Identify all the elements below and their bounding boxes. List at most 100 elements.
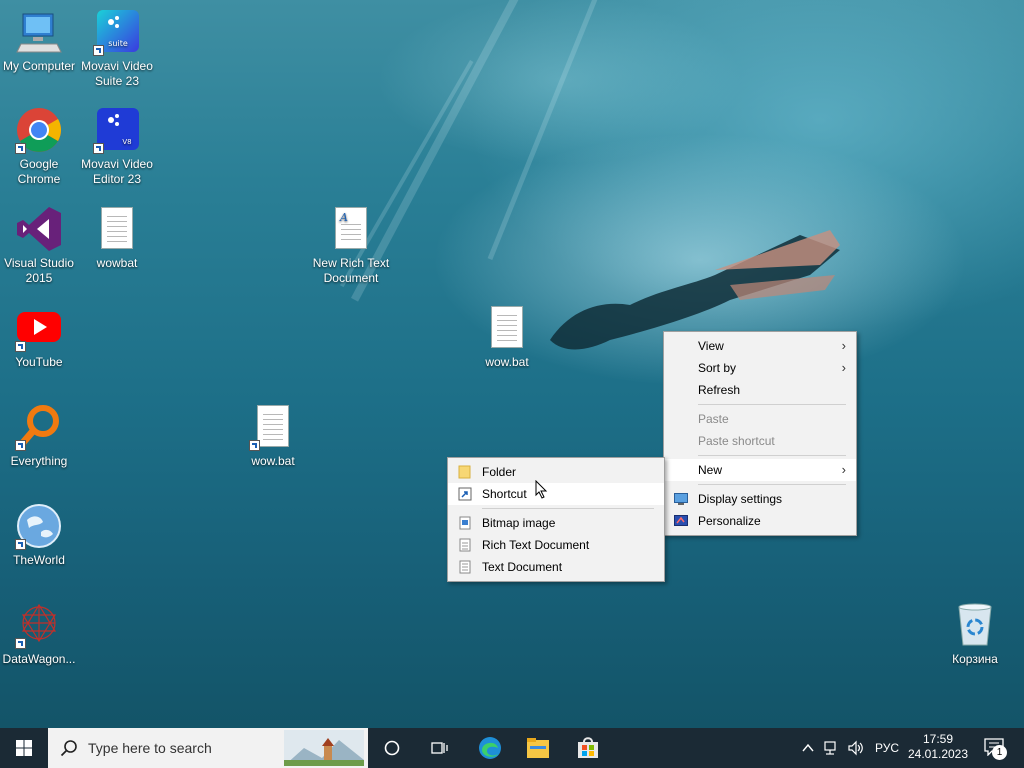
desktop-icon-everything[interactable]: Everything bbox=[0, 403, 78, 469]
rich-text-file-icon: A bbox=[335, 207, 367, 249]
network-icon[interactable] bbox=[824, 740, 840, 756]
desktop-icon-datawagon[interactable]: DataWagon... bbox=[0, 601, 78, 667]
icon-label: Movavi Video Suite 23 bbox=[81, 59, 153, 88]
menu-separator bbox=[698, 455, 846, 456]
desktop-icon-visual-studio[interactable]: Visual Studio 2015 bbox=[0, 205, 78, 286]
desktop-icon-wow-bat-shortcut[interactable]: wow.bat bbox=[234, 403, 312, 469]
icon-label: Visual Studio 2015 bbox=[4, 256, 74, 285]
icon-label: wow.bat bbox=[485, 355, 529, 369]
task-view-button[interactable] bbox=[420, 728, 460, 768]
taskbar-edge[interactable] bbox=[468, 728, 512, 768]
text-file-icon bbox=[101, 207, 133, 249]
desktop-icon-youtube[interactable]: YouTube bbox=[0, 304, 78, 370]
icon-label: New Rich Text Document bbox=[312, 256, 390, 285]
menu-item-view[interactable]: View › bbox=[664, 335, 856, 357]
icon-label: TheWorld bbox=[13, 553, 65, 567]
desktop-icon-movavi-suite[interactable]: suite Movavi Video Suite 23 bbox=[78, 8, 156, 89]
chevron-up-icon[interactable] bbox=[802, 742, 814, 754]
batch-file-icon bbox=[491, 306, 523, 348]
recycle-bin-icon bbox=[958, 603, 992, 646]
text-document-icon bbox=[459, 560, 471, 574]
icon-label: wowbat bbox=[96, 256, 138, 270]
menu-separator bbox=[482, 508, 654, 509]
search-box[interactable]: Type here to search bbox=[48, 728, 368, 768]
search-highlight-image bbox=[284, 730, 364, 766]
menu-item-personalize[interactable]: Personalize bbox=[664, 510, 856, 532]
menu-item-refresh[interactable]: Refresh bbox=[664, 379, 856, 401]
chevron-right-icon: › bbox=[841, 338, 846, 353]
visual-studio-icon bbox=[17, 207, 61, 251]
desktop-icon-theworld[interactable]: TheWorld bbox=[0, 502, 78, 568]
shortcut-arrow-icon bbox=[15, 539, 26, 550]
desktop-icon-new-rich-text[interactable]: A New Rich Text Document bbox=[312, 205, 390, 286]
desktop-icon-my-computer[interactable]: My Computer bbox=[0, 8, 78, 74]
desktop[interactable]: My Computer suite Movavi Video Suite 23 bbox=[0, 0, 1024, 728]
shortcut-arrow-icon bbox=[15, 341, 26, 352]
submenu-item-folder[interactable]: Folder bbox=[448, 461, 664, 483]
search-icon bbox=[60, 740, 77, 757]
shortcut-arrow-icon bbox=[93, 143, 104, 154]
shortcut-arrow-icon bbox=[249, 440, 260, 451]
icon-label: DataWagon... bbox=[2, 652, 76, 666]
menu-separator bbox=[698, 404, 846, 405]
icon-label: Корзина bbox=[952, 652, 998, 666]
edge-icon bbox=[479, 737, 501, 759]
icon-label: YouTube bbox=[15, 355, 63, 369]
taskbar-file-explorer[interactable] bbox=[516, 728, 560, 768]
chevron-right-icon: › bbox=[841, 462, 846, 477]
desktop-icon-wow-bat[interactable]: wow.bat bbox=[468, 304, 546, 370]
file-explorer-icon bbox=[527, 738, 549, 758]
search-placeholder: Type here to search bbox=[88, 740, 212, 756]
taskbar-store[interactable] bbox=[566, 728, 610, 768]
start-button[interactable] bbox=[0, 728, 48, 768]
desktop-icon-google-chrome[interactable]: Google Chrome bbox=[0, 106, 78, 187]
submenu-item-rich-text-document[interactable]: Rich Text Document bbox=[448, 534, 664, 556]
icon-label: Everything bbox=[10, 454, 68, 468]
clock-time: 17:59 bbox=[922, 732, 954, 746]
desktop-icon-movavi-editor[interactable]: V8 Movavi Video Editor 23 bbox=[78, 106, 156, 187]
icon-label: My Computer bbox=[2, 59, 76, 73]
taskbar: Type here to search РУС 17:59 24.01.2023… bbox=[0, 728, 1024, 768]
action-center-button[interactable]: 1 bbox=[978, 728, 1024, 768]
desktop-icon-recycle-bin[interactable]: Корзина bbox=[936, 601, 1014, 667]
clock-date: 24.01.2023 bbox=[907, 747, 969, 761]
new-submenu: Folder Shortcut Bitmap image Rich Text D… bbox=[447, 457, 665, 582]
folder-icon bbox=[458, 465, 471, 479]
language-indicator[interactable]: РУС bbox=[875, 728, 899, 768]
windows-logo-icon bbox=[16, 740, 32, 756]
icon-label: Movavi Video Editor 23 bbox=[81, 157, 153, 186]
task-view-icon bbox=[431, 742, 448, 754]
monitor-icon bbox=[674, 493, 688, 505]
menu-item-paste-shortcut: Paste shortcut bbox=[698, 434, 775, 448]
mouse-cursor-icon bbox=[535, 480, 548, 499]
desktop-icon-wowbat[interactable]: wowbat bbox=[78, 205, 156, 271]
cortana-button[interactable] bbox=[372, 728, 412, 768]
menu-item-new[interactable]: New › bbox=[664, 459, 856, 481]
submenu-item-bitmap-image[interactable]: Bitmap image bbox=[448, 512, 664, 534]
clock[interactable]: 17:59 24.01.2023 bbox=[904, 732, 972, 762]
submenu-item-text-document[interactable]: Text Document bbox=[448, 556, 664, 578]
rich-text-icon bbox=[459, 538, 471, 552]
shortcut-arrow-icon bbox=[15, 440, 26, 451]
cortana-circle-icon bbox=[384, 740, 400, 756]
chevron-right-icon: › bbox=[841, 360, 846, 375]
bitmap-icon bbox=[459, 516, 471, 530]
suite-badge: suite bbox=[108, 39, 128, 48]
personalize-icon bbox=[674, 515, 688, 526]
batch-file-icon bbox=[257, 405, 289, 447]
submenu-item-shortcut[interactable]: Shortcut bbox=[448, 483, 664, 505]
computer-icon bbox=[16, 13, 62, 53]
desktop-context-menu: View › Sort by › Refresh Paste Paste sho… bbox=[663, 331, 857, 536]
menu-item-display-settings[interactable]: Display settings bbox=[664, 488, 856, 510]
store-icon bbox=[578, 737, 598, 758]
icon-label: Google Chrome bbox=[17, 157, 61, 186]
volume-icon[interactable] bbox=[848, 740, 864, 756]
menu-separator bbox=[698, 484, 846, 485]
shortcut-arrow-icon bbox=[15, 143, 26, 154]
notification-count-badge: 1 bbox=[992, 745, 1007, 760]
menu-item-paste: Paste bbox=[698, 412, 729, 426]
shortcut-arrow-icon bbox=[93, 45, 104, 56]
menu-item-sort-by[interactable]: Sort by › bbox=[664, 357, 856, 379]
shortcut-icon bbox=[458, 487, 472, 501]
icon-label: wow.bat bbox=[251, 454, 295, 468]
